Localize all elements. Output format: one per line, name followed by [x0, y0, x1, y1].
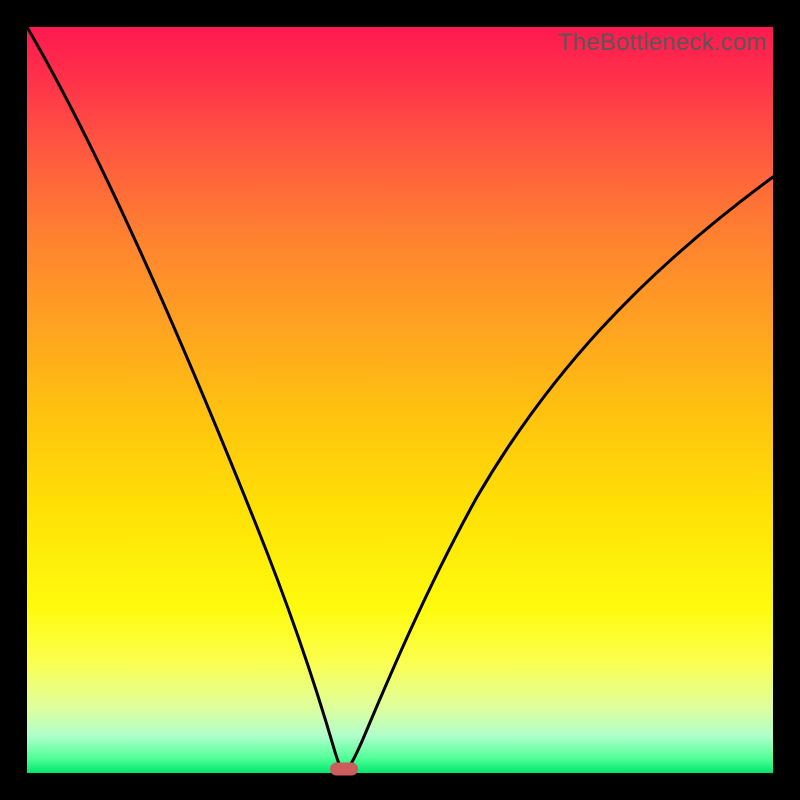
gradient-plot-area: TheBottleneck.com	[27, 27, 773, 773]
minimum-marker	[330, 763, 358, 776]
watermark-text: TheBottleneck.com	[558, 29, 767, 57]
curve-left-branch	[27, 27, 344, 773]
curve-right-branch	[344, 177, 773, 773]
bottleneck-curve	[27, 27, 773, 773]
chart-frame: TheBottleneck.com	[0, 0, 800, 800]
